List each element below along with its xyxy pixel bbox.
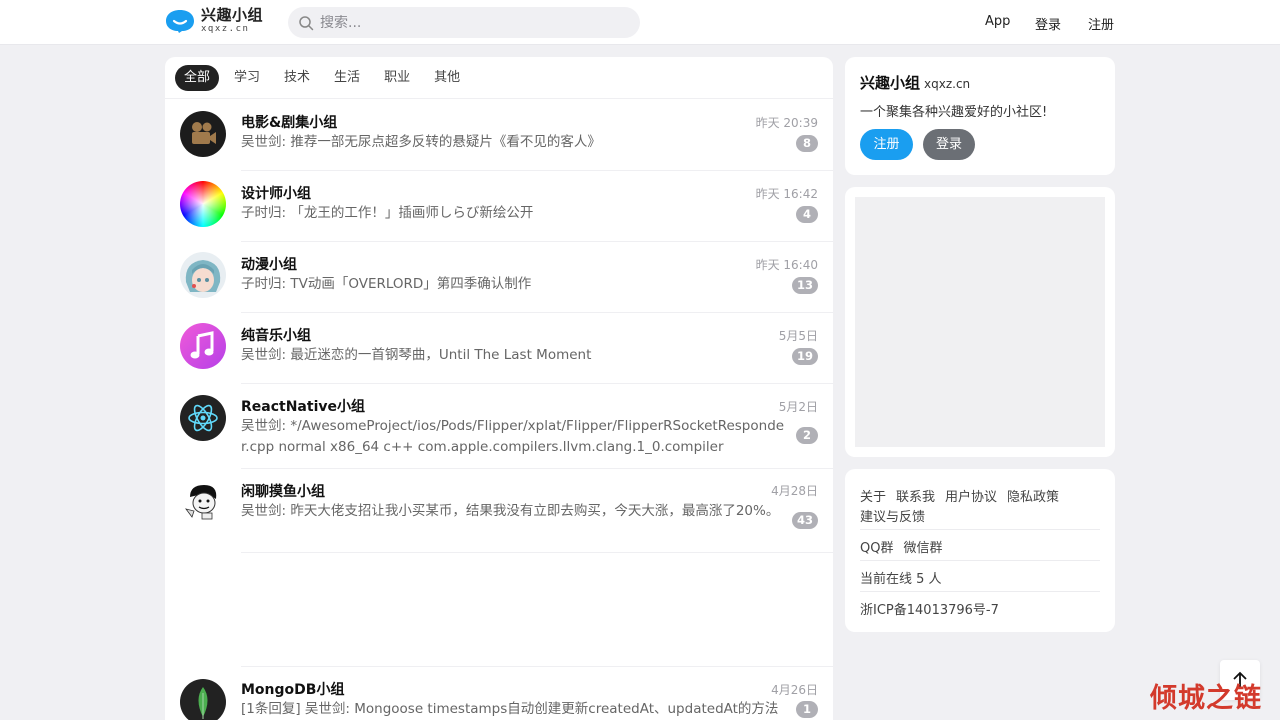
group-row-designers[interactable]: 设计师小组 子时归: 「龙王的工作！」插画师しらび新绘公开 昨天 16:42 4 (165, 171, 833, 242)
link-feedback[interactable]: 建议与反馈 (860, 510, 925, 525)
reply-count-badge: 4 (796, 206, 818, 223)
link-wechat-group[interactable]: 微信群 (903, 541, 942, 556)
category-tabs: 全部 学习 技术 生活 职业 其他 (165, 57, 833, 99)
group-row-reactnative[interactable]: ReactNative小组 吴世剑: */AwesomeProject/ios/… (165, 384, 833, 469)
reply-count-badge: 1 (796, 701, 818, 718)
search-icon (299, 15, 314, 30)
watermark-text: 倾城之链 (1150, 683, 1262, 714)
post-time: 昨天 20:39 (755, 116, 818, 130)
post-time: 5月2日 (778, 400, 818, 414)
tab-tech[interactable]: 技术 (275, 65, 319, 91)
site-title-text: 兴趣小组 (860, 74, 921, 92)
latest-post[interactable]: 子时归: TV动画「OVERLORD」第四季确认制作 (241, 274, 787, 295)
post-time: 4月28日 (771, 484, 818, 498)
film-camera-icon (180, 111, 226, 157)
react-atom-icon (180, 395, 226, 441)
group-row-movies[interactable]: 电影&剧集小组 吴世剑: 推荐一部无尿点超多反转的悬疑片《看不见的客人》 昨天 … (165, 100, 833, 171)
logo-domain: xqxz.cn (201, 24, 250, 34)
latest-post[interactable]: 子时归: 「龙王的工作！」插画师しらび新绘公开 (241, 203, 787, 224)
site-domain: xqxz.cn (924, 77, 971, 91)
tab-study[interactable]: 学习 (225, 65, 269, 91)
cartoon-meme-icon (180, 479, 226, 525)
links-divider (860, 591, 1100, 592)
tab-career[interactable]: 职业 (375, 65, 419, 91)
reply-count-badge: 8 (796, 135, 818, 152)
group-row-music[interactable]: 纯音乐小组 吴世剑: 最近迷恋的一首钢琴曲，Until The Last Mom… (165, 313, 833, 384)
latest-post[interactable]: 吴世剑: 推荐一部无尿点超多反转的悬疑片《看不见的客人》 (241, 132, 787, 153)
logo-title: 兴趣小组 (201, 6, 264, 24)
latest-post[interactable]: [1条回复] 吴世剑: Mongoose timestamps自动创建更新cre… (241, 699, 787, 720)
tab-all[interactable]: 全部 (175, 64, 220, 91)
footer-links-row: 关于 联系我 用户协议 隐私政策 (860, 486, 1069, 505)
tab-life[interactable]: 生活 (325, 65, 369, 91)
ad-card (845, 187, 1115, 457)
footer-links-card: 关于 联系我 用户协议 隐私政策 建议与反馈 QQ群 微信群 当前在线 5 人 浙ICP… (845, 469, 1115, 632)
reply-count-badge: 13 (791, 277, 818, 294)
nav-app-link[interactable]: App (985, 14, 1010, 29)
site-title: 兴趣小组 xqxz.cn (860, 72, 970, 93)
group-name[interactable]: 动漫小组 (241, 254, 297, 274)
icp-record[interactable]: 浙ICP备14013796号-7 (860, 599, 999, 618)
post-time: 昨天 16:42 (755, 187, 818, 201)
site-description: 一个聚集各种兴趣爱好的小社区! (860, 105, 1048, 120)
link-privacy[interactable]: 隐私政策 (1007, 490, 1059, 505)
ad-placeholder (855, 197, 1105, 447)
group-name[interactable]: 设计师小组 (241, 183, 311, 203)
tab-other[interactable]: 其他 (425, 65, 469, 91)
nav-login-link[interactable]: 登录 (1035, 14, 1061, 33)
search-input[interactable] (320, 14, 620, 31)
post-time: 昨天 16:40 (755, 258, 818, 272)
site-logo[interactable]: 兴趣小组 xqxz.cn (165, 8, 263, 34)
link-user-agreement[interactable]: 用户协议 (945, 490, 997, 505)
post-time: 4月26日 (771, 683, 818, 697)
post-time: 5月5日 (778, 329, 818, 343)
feedback-link-row: 建议与反馈 (860, 506, 935, 525)
register-button[interactable]: 注册 (860, 129, 913, 160)
group-name[interactable]: 纯音乐小组 (241, 325, 311, 345)
reply-count-badge: 2 (796, 427, 818, 444)
site-info-card: 兴趣小组 xqxz.cn 一个聚集各种兴趣爱好的小社区! 注册 登录 (845, 57, 1115, 175)
search-box[interactable] (288, 7, 640, 38)
login-button[interactable]: 登录 (923, 129, 975, 160)
latest-post[interactable]: 吴世剑: 昨天大佬支招让我小买某币，结果我没有立即去购买，今天大涨，最高涨了20… (241, 501, 787, 522)
link-contact[interactable]: 联系我 (896, 490, 935, 505)
group-name[interactable]: ReactNative小组 (241, 396, 365, 416)
row-divider (241, 552, 833, 553)
online-count: 当前在线 5 人 (860, 572, 942, 587)
links-divider (860, 560, 1100, 561)
group-chat-links: QQ群 微信群 (860, 537, 952, 556)
reply-count-badge: 43 (791, 512, 818, 529)
nav-register-link[interactable]: 注册 (1088, 14, 1114, 33)
anime-avatar-icon (180, 252, 226, 298)
group-row-anime[interactable]: 动漫小组 子时归: TV动画「OVERLORD」第四季确认制作 昨天 16:40… (165, 242, 833, 313)
group-name[interactable]: 电影&剧集小组 (241, 112, 337, 132)
group-row-chat[interactable]: 闲聊摸鱼小组 吴世剑: 昨天大佬支招让我小买某币，结果我没有立即去购买，今天大涨… (165, 468, 833, 553)
latest-post[interactable]: 吴世剑: */AwesomeProject/ios/Pods/Flipper/x… (241, 416, 787, 457)
links-divider (860, 529, 1100, 530)
logo-chat-icon (165, 8, 195, 34)
link-qq-group[interactable]: QQ群 (860, 541, 893, 556)
top-bar: 兴趣小组 xqxz.cn App 登录 注册 (0, 0, 1280, 45)
link-about[interactable]: 关于 (860, 490, 886, 505)
group-name[interactable]: MongoDB小组 (241, 679, 344, 699)
group-name[interactable]: 闲聊摸鱼小组 (241, 481, 325, 501)
music-note-icon (180, 323, 226, 369)
group-row-mongodb[interactable]: MongoDB小组 [1条回复] 吴世剑: Mongoose timestamp… (165, 666, 833, 720)
latest-post[interactable]: 吴世剑: 最近迷恋的一首钢琴曲，Until The Last Moment (241, 345, 787, 366)
color-wheel-icon (180, 181, 226, 227)
mongodb-leaf-icon (180, 679, 226, 720)
group-list-panel: 全部 学习 技术 生活 职业 其他 电影&剧集小组 吴世剑: 推荐一部无尿点超多… (165, 57, 833, 720)
reply-count-badge: 19 (791, 348, 818, 365)
row-divider (241, 666, 833, 667)
